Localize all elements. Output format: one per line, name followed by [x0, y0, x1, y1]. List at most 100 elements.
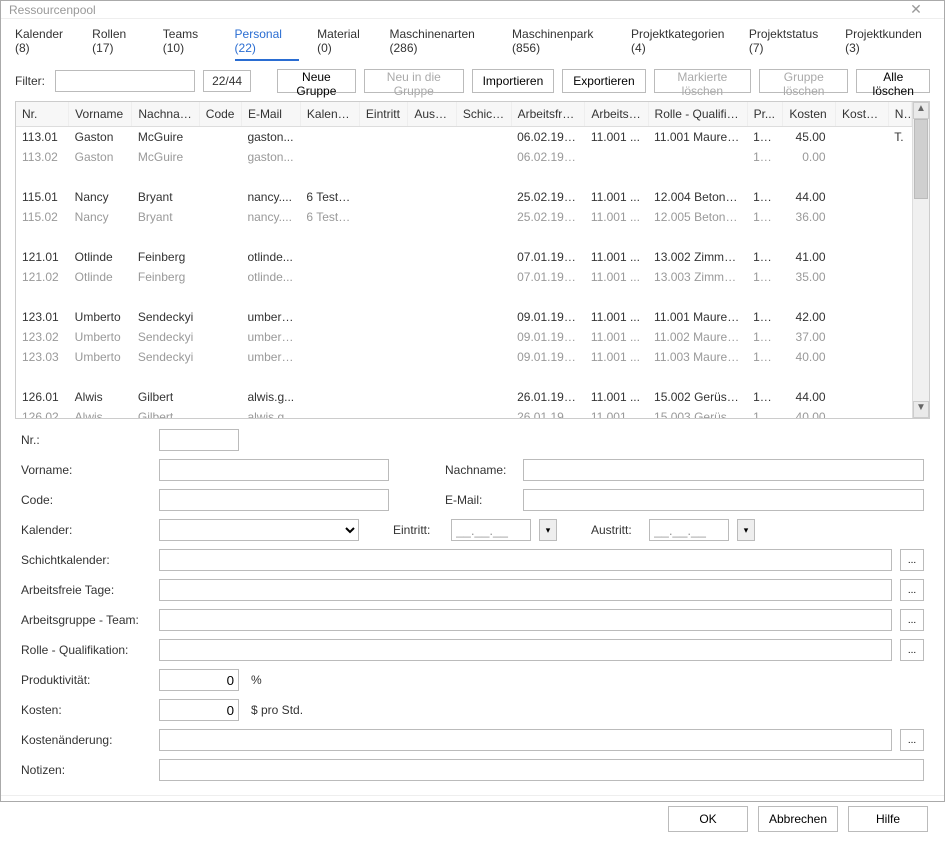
kosten-unit: $ pro Std. [251, 703, 303, 717]
tab-5[interactable]: Maschinenarten (286) [389, 27, 494, 61]
col-header[interactable]: Arbeitsgr... [585, 102, 648, 126]
export-button[interactable]: Exportieren [562, 69, 645, 93]
delete-marked-button[interactable]: Markierte löschen [654, 69, 751, 93]
tab-8[interactable]: Projektstatus (7) [749, 27, 827, 61]
email-field[interactable] [523, 489, 924, 511]
kosten-field[interactable] [159, 699, 239, 721]
col-header[interactable]: Nr. [16, 102, 69, 126]
table-row[interactable]: 123.02UmbertoSendeckyiumbert...09.01.19;… [16, 327, 912, 347]
filter-label: Filter: [15, 74, 45, 88]
col-header[interactable]: Eintritt [359, 102, 407, 126]
resource-table[interactable]: Nr.VornameNachnameCodeE-MailKalenderEint… [16, 102, 912, 418]
tab-1[interactable]: Rollen (17) [92, 27, 145, 61]
tab-9[interactable]: Projektkunden (3) [845, 27, 930, 61]
tab-2[interactable]: Teams (10) [163, 27, 217, 61]
delete-all-button[interactable]: Alle löschen [856, 69, 930, 93]
code-field[interactable] [159, 489, 389, 511]
prod-unit: % [251, 673, 262, 687]
tab-4[interactable]: Material (0) [317, 27, 371, 61]
arbeitsfreie-field[interactable] [159, 579, 892, 601]
nachname-field[interactable] [523, 459, 924, 481]
eintritt-label: Eintritt: [393, 523, 443, 537]
rolle-browse-button[interactable]: ... [900, 639, 924, 661]
arbeitsfreie-label: Arbeitsfreie Tage: [21, 583, 151, 597]
tab-3[interactable]: Personal (22) [235, 27, 300, 61]
kalender-select[interactable] [159, 519, 359, 541]
nachname-label: Nachname: [445, 463, 515, 477]
import-button[interactable]: Importieren [472, 69, 555, 93]
rolle-field[interactable] [159, 639, 892, 661]
tab-6[interactable]: Maschinenpark (856) [512, 27, 613, 61]
kostenaenderung-browse-button[interactable]: ... [900, 729, 924, 751]
code-label: Code: [21, 493, 151, 507]
scroll-down-icon[interactable]: ▼ [913, 401, 929, 418]
notizen-label: Notizen: [21, 763, 151, 777]
vorname-label: Vorname: [21, 463, 151, 477]
cancel-button[interactable]: Abbrechen [758, 806, 838, 832]
table-row[interactable]: 115.02NancyBryantnancy....6 Test-S...25.… [16, 207, 912, 227]
tab-7[interactable]: Projektkategorien (4) [631, 27, 731, 61]
table-row[interactable]: 126.02AlwisGilbertalwis.g...26.01.19;2..… [16, 407, 912, 419]
detail-form: Nr.: Vorname: Nachname: Code: E-Mail: Ka… [1, 419, 944, 795]
austritt-picker-icon[interactable]: ▾ [737, 519, 755, 541]
table-row[interactable]: 113.02GastonMcGuiregaston...06.02.19-0..… [16, 147, 912, 167]
rolle-label: Rolle - Qualifikation: [21, 643, 151, 657]
table-container: Nr.VornameNachnameCodeE-MailKalenderEint… [15, 101, 930, 419]
table-row[interactable]: 123.01UmbertoSendeckyiumbert...09.01.19;… [16, 307, 912, 327]
prod-field[interactable] [159, 669, 239, 691]
new-in-group-button[interactable]: Neu in die Gruppe [364, 69, 464, 93]
kostenaenderung-field[interactable] [159, 729, 892, 751]
nr-label: Nr.: [21, 433, 151, 447]
new-group-button[interactable]: Neue Gruppe [277, 69, 356, 93]
close-icon[interactable]: ✕ [896, 1, 936, 18]
col-header[interactable]: Pr... [747, 102, 783, 126]
table-row[interactable]: 123.03UmbertoSendeckyiumbert...09.01.19;… [16, 347, 912, 367]
col-header[interactable]: Kalender [300, 102, 359, 126]
table-row[interactable]: 121.01OtlindeFeinbergotlinde...07.01.19;… [16, 247, 912, 267]
col-header[interactable]: Code [199, 102, 241, 126]
austritt-field[interactable] [649, 519, 729, 541]
delete-group-button[interactable]: Gruppe löschen [759, 69, 848, 93]
vertical-scrollbar[interactable]: ▲ ▼ [912, 102, 929, 418]
table-row[interactable]: 121.02OtlindeFeinbergotlinde...07.01.19;… [16, 267, 912, 287]
window-title: Ressourcenpool [9, 3, 896, 17]
col-header[interactable]: Rolle - Qualifik... [648, 102, 747, 126]
scroll-up-icon[interactable]: ▲ [913, 102, 929, 119]
col-header[interactable]: N... [888, 102, 911, 126]
scroll-thumb[interactable] [914, 119, 928, 199]
table-row[interactable]: 126.01AlwisGilbertalwis.g...26.01.19;2..… [16, 387, 912, 407]
kalender-label: Kalender: [21, 523, 151, 537]
schicht-field[interactable] [159, 549, 892, 571]
eintritt-picker-icon[interactable]: ▾ [539, 519, 557, 541]
vorname-field[interactable] [159, 459, 389, 481]
notizen-field[interactable] [159, 759, 924, 781]
dialog-footer: OK Abbrechen Hilfe [1, 795, 944, 842]
eintritt-field[interactable] [451, 519, 531, 541]
col-header[interactable]: Austritt [408, 102, 456, 126]
table-row[interactable]: 113.01GastonMcGuiregaston...06.02.19-0..… [16, 126, 912, 147]
table-row[interactable]: 115.01NancyBryantnancy....6 Test-S...25.… [16, 187, 912, 207]
kostenaenderung-label: Kostenänderung: [21, 733, 151, 747]
col-header[interactable]: Kosten [783, 102, 836, 126]
col-header[interactable]: Kosten... [836, 102, 889, 126]
col-header[interactable]: Vorname [69, 102, 132, 126]
tab-bar: Kalender (8) Rollen (17) Teams (10) Persona… [1, 19, 944, 61]
col-header[interactable]: Arbeitsfreie... [511, 102, 585, 126]
schicht-browse-button[interactable]: ... [900, 549, 924, 571]
email-label: E-Mail: [445, 493, 515, 507]
col-header[interactable]: E-Mail [241, 102, 300, 126]
nr-field[interactable] [159, 429, 239, 451]
col-header[interactable]: Schichtk... [456, 102, 511, 126]
arbeitsgruppe-browse-button[interactable]: ... [900, 609, 924, 631]
arbeitsgruppe-label: Arbeitsgruppe - Team: [21, 613, 151, 627]
tab-0[interactable]: Kalender (8) [15, 27, 74, 61]
help-button[interactable]: Hilfe [848, 806, 928, 832]
toolbar: Filter: 22/44 Neue Gruppe Neu in die Gru… [1, 61, 944, 101]
schicht-label: Schichtkalender: [21, 553, 151, 567]
col-header[interactable]: Nachname [132, 102, 199, 126]
filter-input[interactable] [55, 70, 195, 92]
ok-button[interactable]: OK [668, 806, 748, 832]
arbeitsfreie-browse-button[interactable]: ... [900, 579, 924, 601]
arbeitsgruppe-field[interactable] [159, 609, 892, 631]
titlebar: Ressourcenpool ✕ [1, 1, 944, 19]
